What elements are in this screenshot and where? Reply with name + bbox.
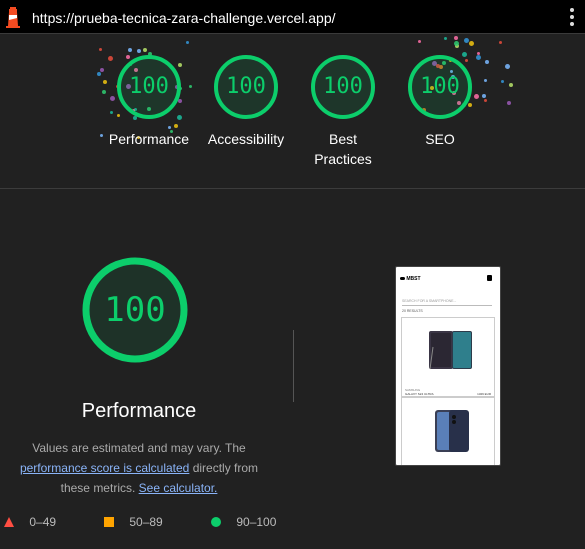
pass-circle-icon [211, 516, 221, 527]
performance-label: Performance [108, 131, 190, 147]
confetti-dot [143, 47, 148, 52]
accessibility-label: Accessibility [207, 131, 285, 147]
confetti-dot [481, 94, 486, 99]
confetti-dot [498, 41, 502, 45]
confetti-dot [501, 79, 505, 83]
performance-description: Values are estimated and may vary. The p… [19, 441, 259, 495]
confetti-dot [475, 55, 481, 61]
confetti-dot [99, 67, 104, 72]
confetti-dot [109, 110, 113, 114]
confetti-dot [485, 60, 490, 65]
accessibility-score: 100 [226, 74, 266, 99]
best-practices-label: Best Practices [314, 131, 372, 167]
url-bar: https://prueba-tecnica-zara-challenge.ve… [0, 0, 585, 34]
thumb-phone-image-1 [429, 331, 472, 370]
legend-pass: 90–100 [211, 514, 276, 530]
page-screenshot-thumbnail[interactable]: MBST SEARCH FOR A SMARTPHONE... 20 RESUL… [395, 266, 501, 466]
performance-score: 100 [129, 74, 169, 99]
thumb-product-card-2 [401, 397, 495, 465]
confetti-dot [128, 47, 133, 52]
vertical-divider [293, 330, 294, 402]
performance-title: Performance [81, 400, 197, 422]
confetti-dot [103, 80, 108, 85]
section-divider [0, 188, 585, 189]
lighthouse-icon [6, 7, 20, 28]
confetti-dot [443, 37, 447, 41]
thumb-results-count: 20 RESULTS [402, 309, 423, 313]
confetti-dot [484, 98, 488, 102]
seo-score: 100 [420, 74, 460, 99]
confetti-dot [185, 40, 189, 44]
confetti-dot [102, 89, 107, 94]
fail-triangle-icon [4, 516, 14, 527]
see-calculator-link[interactable]: See calculator. [139, 481, 218, 495]
performance-big-score: 100 [104, 290, 166, 330]
confetti-dot [473, 94, 479, 100]
confetti-dot [188, 84, 192, 88]
confetti-dot [454, 35, 459, 40]
confetti-dot [98, 48, 102, 52]
confetti-dot [107, 56, 113, 62]
confetti-dot [506, 101, 511, 106]
report-url[interactable]: https://prueba-tecnica-zara-challenge.ve… [32, 10, 336, 26]
thumb-phone-image-2 [435, 410, 469, 452]
thumb-brand: MBST [400, 276, 421, 282]
confetti-dot [417, 39, 421, 43]
confetti-dot [97, 72, 102, 77]
thumb-search-line [402, 305, 492, 306]
more-options-icon[interactable] [569, 8, 575, 26]
score-calculated-link[interactable]: performance score is calculated [20, 461, 189, 475]
thumb-search-placeholder: SEARCH FOR A SMARTPHONE... [402, 299, 457, 303]
legend-average: 50–89 [104, 514, 163, 530]
confetti-dot [173, 124, 178, 129]
confetti-dot [505, 63, 511, 69]
cart-icon [487, 275, 492, 281]
thumb-product-card-1: SAMSUNG GALAXY S24 ULTRA 1329 EUR [401, 317, 495, 397]
best-practices-score: 100 [323, 74, 363, 99]
confetti-dot [468, 41, 474, 47]
seo-label: SEO [425, 131, 455, 147]
average-square-icon [104, 516, 114, 527]
confetti-dot [483, 79, 487, 83]
confetti-dot [509, 82, 514, 87]
legend-fail: 0–49 [4, 514, 56, 530]
